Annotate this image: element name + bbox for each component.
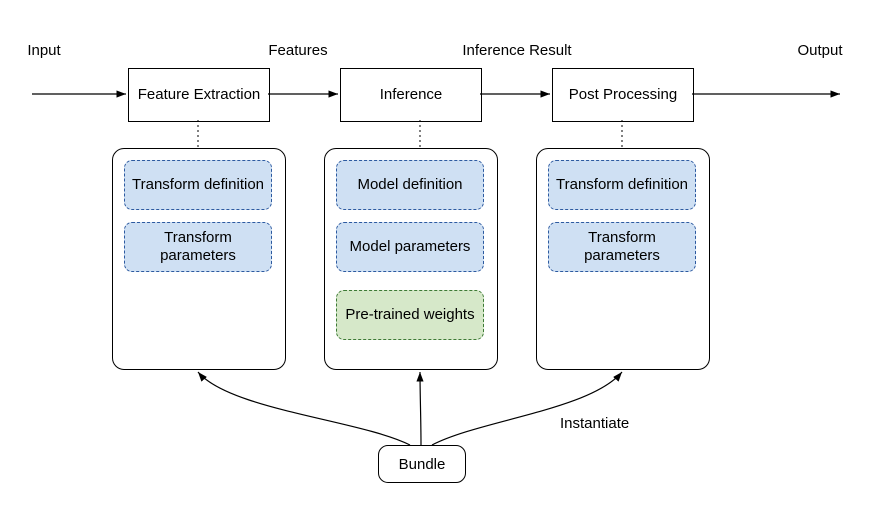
chip-fe-transform-parameters: Transform parameters	[124, 222, 272, 272]
arrow-bundle-to-inf-panel	[420, 372, 421, 445]
stage-feature-extraction: Feature Extraction	[128, 68, 270, 122]
bundle-node: Bundle	[378, 445, 466, 483]
label-inference-result: Inference Result	[447, 42, 587, 61]
arrow-bundle-to-fe-panel	[198, 372, 410, 445]
chip-pp-transform-definition: Transform definition	[548, 160, 696, 210]
chip-fe-transform-definition: Transform definition	[124, 160, 272, 210]
label-instantiate: Instantiate	[560, 415, 650, 434]
chip-inf-model-parameters: Model parameters	[336, 222, 484, 272]
chip-inf-pretrained-weights: Pre-trained weights	[336, 290, 484, 340]
stage-inference: Inference	[340, 68, 482, 122]
label-output: Output	[790, 42, 850, 61]
chip-pp-transform-parameters: Transform parameters	[548, 222, 696, 272]
label-features: Features	[258, 42, 338, 61]
chip-inf-model-definition: Model definition	[336, 160, 484, 210]
arrow-bundle-to-pp-panel	[432, 372, 622, 445]
stage-post-processing: Post Processing	[552, 68, 694, 122]
label-input: Input	[20, 42, 68, 61]
